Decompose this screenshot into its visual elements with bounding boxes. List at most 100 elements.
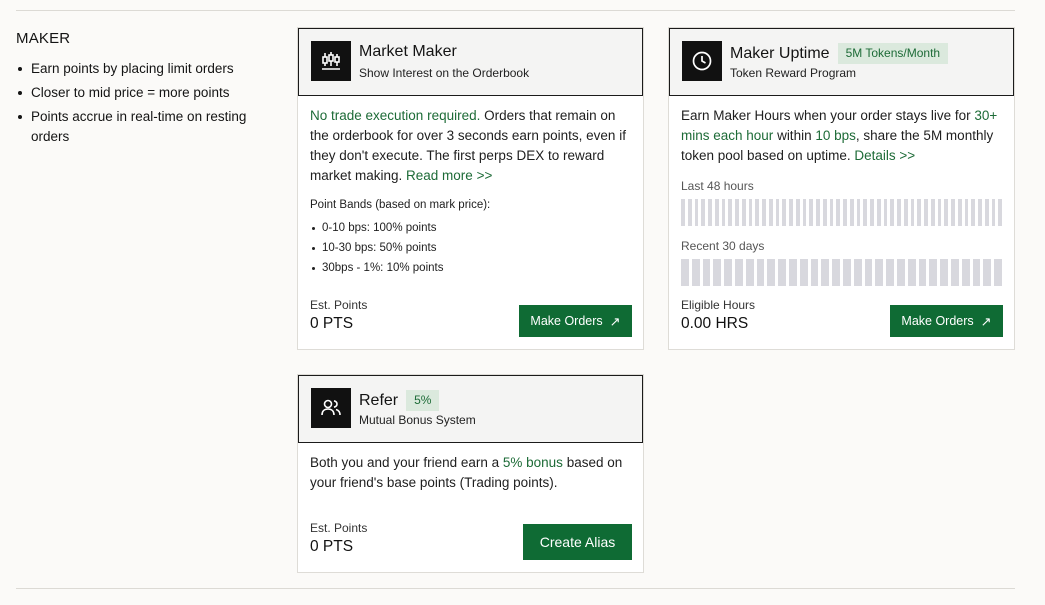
candlestick-chart-icon [311, 41, 351, 81]
point-band-item: 30bps - 1%: 10% points [310, 258, 631, 278]
uptime-bar [971, 199, 975, 226]
arrow-up-right-icon: ↗ [980, 313, 992, 329]
uptime-bar [714, 199, 719, 226]
uptime-bar [734, 259, 743, 286]
uptime-bar [681, 259, 689, 286]
maker-uptime-card: Maker Uptime 5M Tokens/Month Token Rewar… [668, 27, 1015, 350]
market-maker-card: Market Maker Show Interest on the Orderb… [297, 27, 644, 350]
make-orders-button[interactable]: Make Orders ↗ [519, 305, 632, 337]
read-more-link[interactable]: Read more >> [406, 168, 492, 183]
maker-intro: MAKER Earn points by placing limit order… [16, 30, 278, 151]
uptime-bar [883, 199, 888, 226]
uptime-bar [713, 259, 722, 286]
details-link[interactable]: Details >> [854, 148, 915, 163]
maker-uptime-header: Maker Uptime 5M Tokens/Month Token Rewar… [669, 28, 1014, 96]
uptime-bar [940, 259, 948, 286]
uptime-bar [998, 199, 1002, 226]
uptime-bar [748, 199, 753, 226]
uptime-bar [799, 259, 808, 286]
bonus-badge: 5% [406, 390, 440, 411]
uptime-bar [691, 259, 700, 286]
uptime-bar [937, 199, 942, 226]
uptime-bar [795, 199, 800, 226]
maker-bullet: Earn points by placing limit orders [16, 59, 278, 79]
uptime-bar [856, 199, 861, 226]
maker-heading: MAKER [16, 30, 71, 47]
uptime-bar [762, 199, 766, 226]
uptime-bar [978, 199, 982, 226]
market-maker-description: No trade execution required. Orders that… [310, 108, 626, 183]
uptime-bar [721, 199, 726, 226]
uptime-bar [903, 199, 908, 226]
market-maker-title: Market Maker [359, 43, 457, 60]
last-48-hours-bars [681, 199, 1002, 226]
uptime-bar [816, 199, 820, 226]
uptime-bar [724, 259, 732, 286]
uptime-bar [745, 259, 754, 286]
clock-icon [682, 41, 722, 81]
uptime-bar [767, 259, 776, 286]
uptime-bar [876, 199, 881, 226]
uptime-bar [756, 259, 765, 286]
uptime-bar [930, 199, 935, 226]
uptime-bar [843, 199, 847, 226]
uptime-bar [910, 199, 915, 226]
uptime-bar [782, 199, 786, 226]
est-points-label: Est. Points [310, 298, 368, 312]
maker-uptime-title: Maker Uptime 5M Tokens/Month [730, 43, 949, 64]
uptime-bar [886, 259, 894, 286]
point-band-item: 10-30 bps: 50% points [310, 238, 631, 258]
point-bands-title: Point Bands (based on mark price): [310, 199, 491, 211]
est-points-label: Est. Points [310, 521, 368, 535]
recent-30-days-label: Recent 30 days [681, 239, 765, 253]
token-reward-badge: 5M Tokens/Month [837, 43, 949, 64]
uptime-bar [809, 199, 813, 226]
uptime-bar [896, 259, 905, 286]
refer-card: Refer 5% Mutual Bonus System Both you an… [297, 374, 644, 573]
uptime-bar [775, 199, 780, 226]
refer-subtitle: Mutual Bonus System [359, 413, 476, 427]
uptime-bar [708, 199, 712, 226]
refer-title: Refer 5% [359, 390, 440, 411]
maker-uptime-description: Earn Maker Hours when your order stays l… [681, 108, 998, 163]
uptime-bar [849, 199, 854, 226]
refer-header: Refer 5% Mutual Bonus System [298, 375, 643, 443]
uptime-bar [918, 259, 927, 286]
uptime-bar [829, 199, 834, 226]
uptime-bar [728, 199, 732, 226]
uptime-bar [788, 259, 797, 286]
uptime-bar [735, 199, 739, 226]
uptime-bar [701, 199, 705, 226]
uptime-bar [929, 259, 938, 286]
create-alias-button[interactable]: Create Alias [523, 524, 632, 560]
make-orders-button[interactable]: Make Orders ↗ [890, 305, 1003, 337]
uptime-bar [810, 259, 819, 286]
bottom-divider [16, 588, 1015, 589]
uptime-bar [864, 259, 873, 286]
uptime-bar [964, 199, 969, 226]
uptime-bar [768, 199, 773, 226]
uptime-bar [983, 259, 992, 286]
uptime-bar [961, 259, 970, 286]
point-band-item: 0-10 bps: 100% points [310, 218, 631, 238]
last-48-hours-label: Last 48 hours [681, 179, 754, 193]
uptime-bar [778, 259, 786, 286]
maker-bullets: Earn points by placing limit orders Clos… [16, 59, 278, 147]
maker-uptime-body: Earn Maker Hours when your order stays l… [681, 106, 1002, 286]
point-bands-list: 0-10 bps: 100% points 10-30 bps: 50% poi… [310, 218, 631, 278]
uptime-bar [950, 259, 959, 286]
uptime-bar [951, 199, 955, 226]
uptime-bar [694, 199, 699, 226]
uptime-bar [822, 199, 827, 226]
uptime-bar [681, 199, 685, 226]
refer-body: Both you and your friend earn a 5% bonus… [310, 453, 631, 493]
uptime-bar [836, 199, 840, 226]
maker-bullet: Points accrue in real-time on resting or… [16, 107, 278, 147]
est-points-value: 0 PTS [310, 538, 354, 555]
eligible-hours-value: 0.00 HRS [681, 315, 749, 332]
market-maker-subtitle: Show Interest on the Orderbook [359, 66, 530, 80]
arrow-up-right-icon: ↗ [609, 313, 621, 329]
uptime-bar [972, 259, 981, 286]
uptime-bar [984, 199, 989, 226]
maker-uptime-subtitle: Token Reward Program [730, 66, 857, 80]
